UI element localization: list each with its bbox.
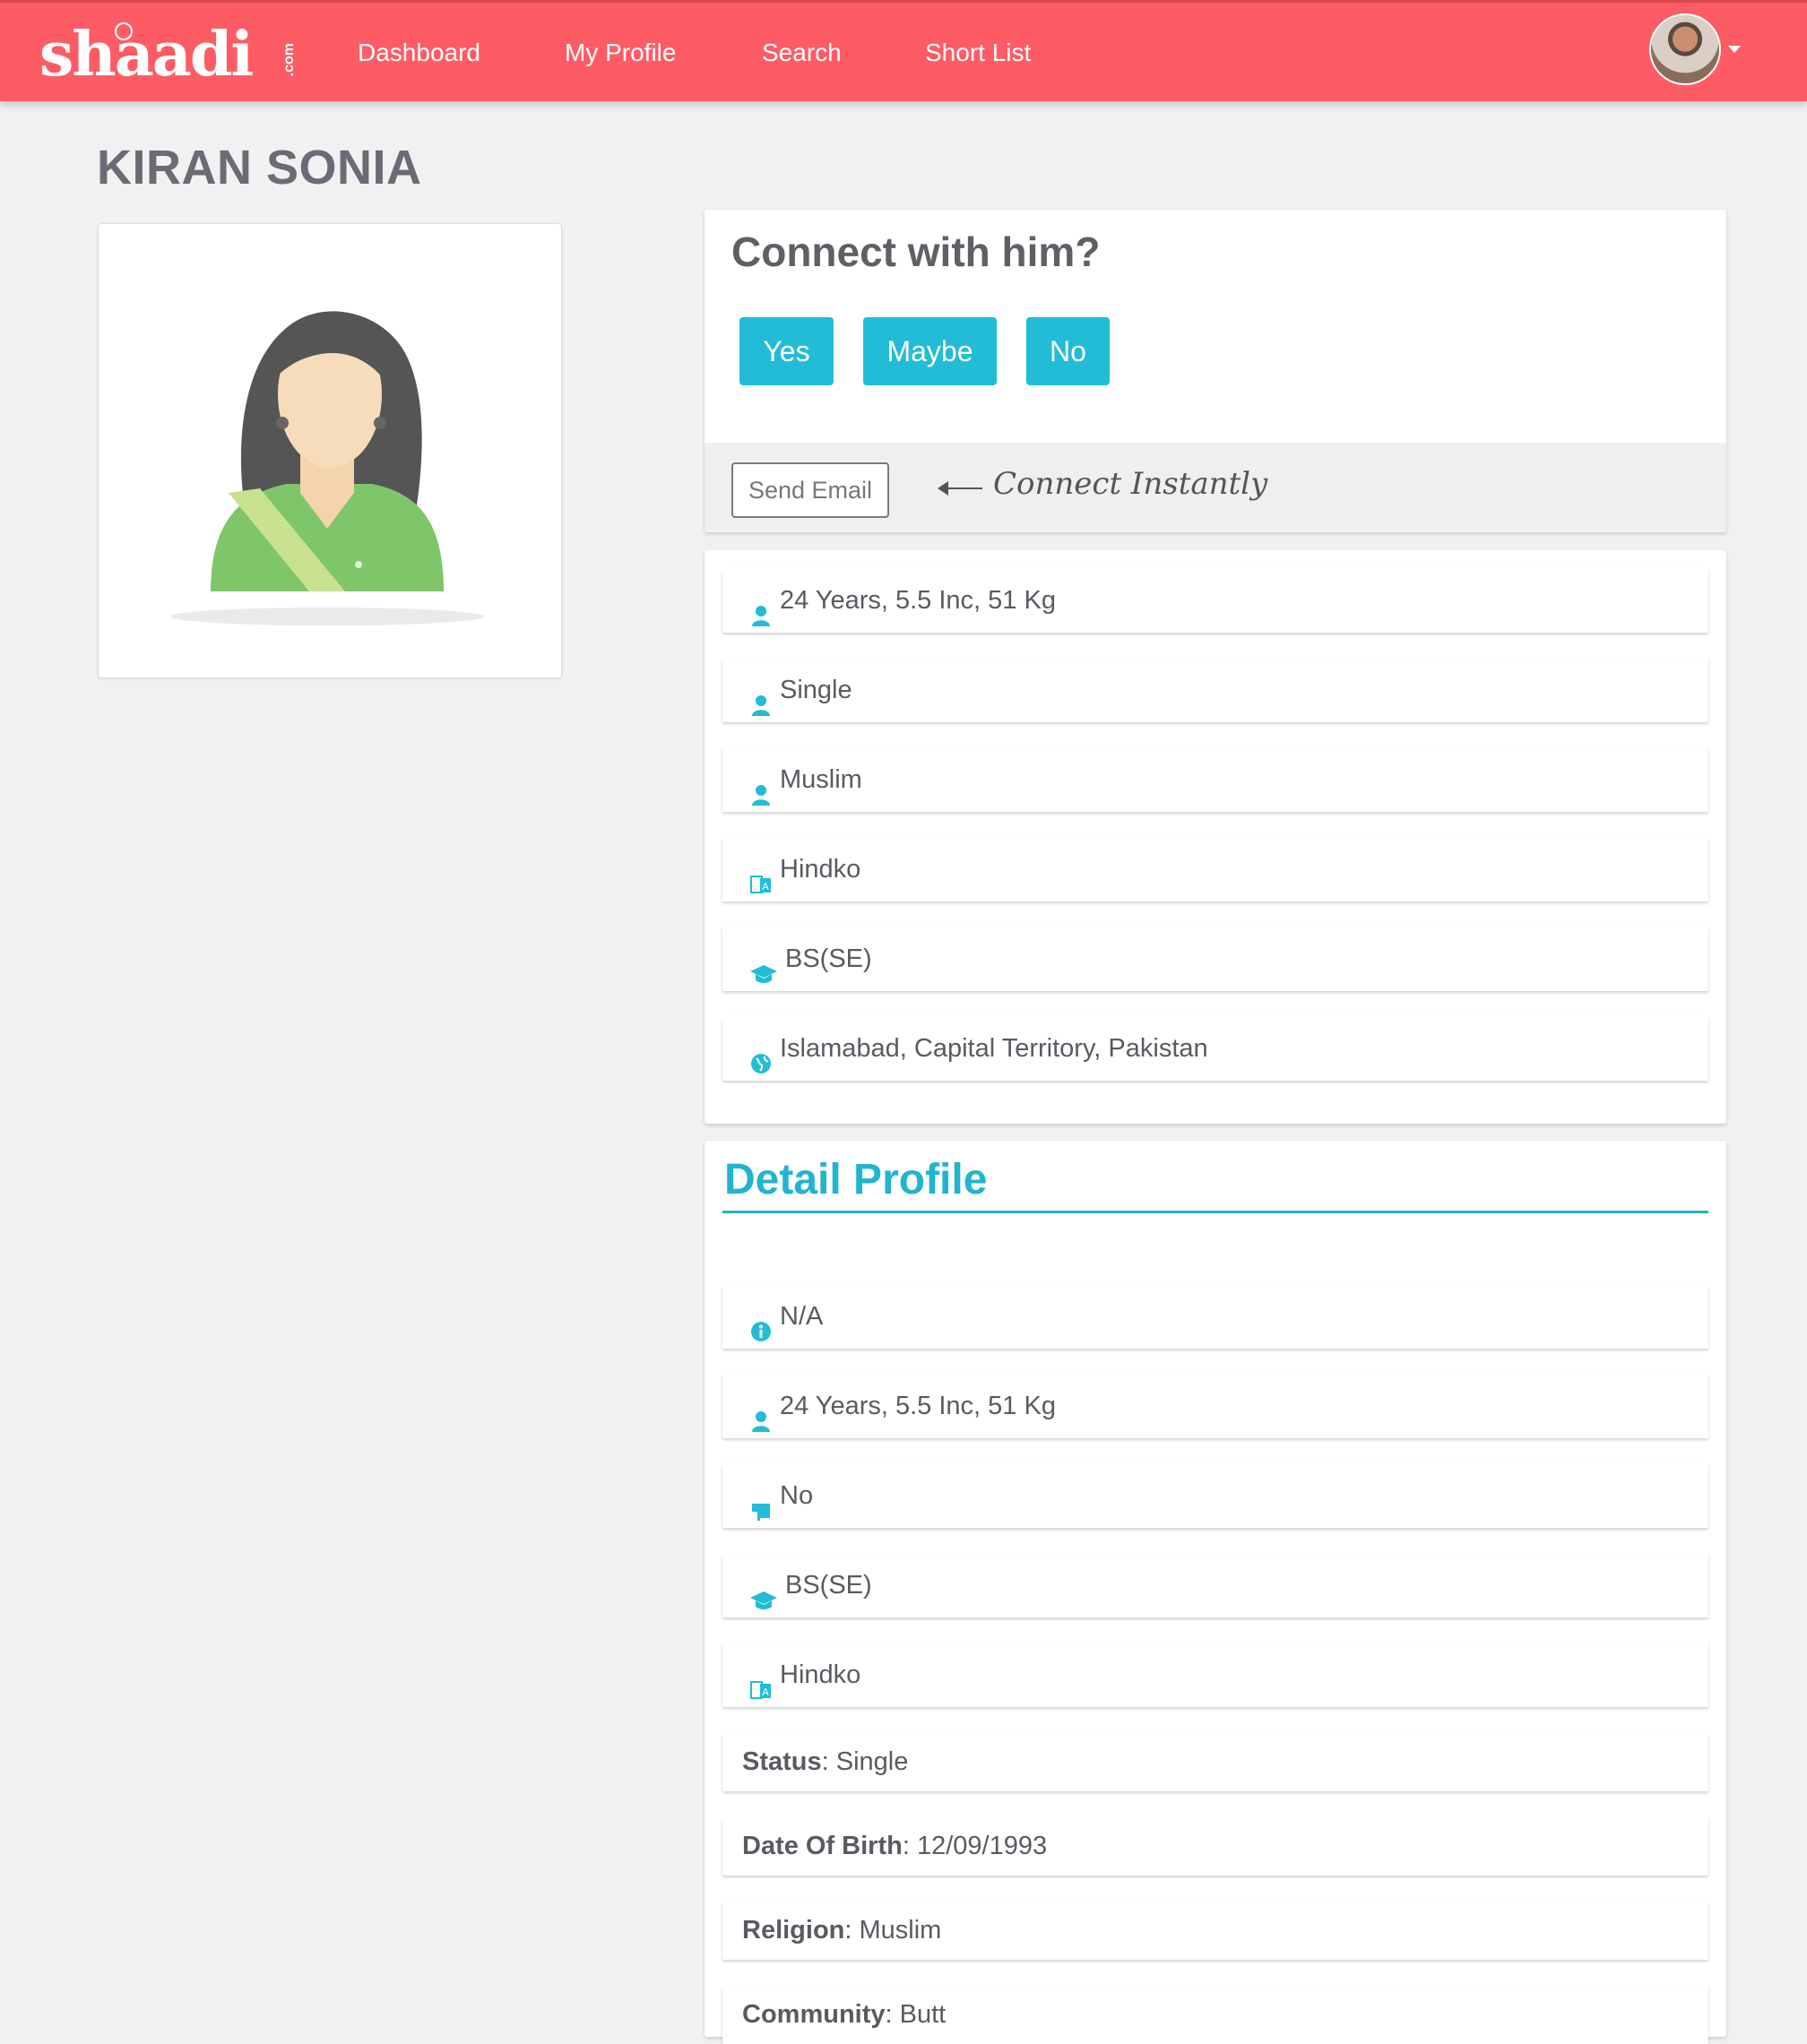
detail-row: No	[722, 1463, 1708, 1528]
language-icon: A	[749, 1661, 773, 1700]
user-icon	[749, 677, 773, 717]
detail-profile-title: Detail Profile	[724, 1156, 988, 1203]
avatar-caret-down-icon[interactable]	[1728, 46, 1741, 53]
detail-row: N/A	[722, 1284, 1708, 1349]
detail-field-label: Community	[742, 2000, 886, 2029]
detail-row-text: No	[780, 1481, 814, 1510]
detail-field-separator: :	[902, 1832, 917, 1860]
no-button[interactable]: No	[1026, 317, 1110, 385]
language-icon: A	[749, 856, 773, 894]
connect-title: Connect with him?	[731, 229, 1101, 275]
detail-field-value: Muslim	[859, 1916, 942, 1945]
svg-text:A: A	[762, 1686, 769, 1698]
detail-field-value: 12/09/1993	[916, 1832, 1048, 1860]
graduation-cap-icon	[749, 1572, 778, 1610]
detail-title-underline	[722, 1211, 1708, 1213]
summary-card: 24 Years, 5.5 Inc, 51 Kg Single Muslim A Hin…	[705, 550, 1726, 1124]
summary-row-text: BS(SE)	[785, 944, 872, 973]
summary-row-text: Muslim	[780, 765, 862, 794]
detail-field-value: Butt	[899, 2000, 947, 2029]
shaadi-logo[interactable]: shaadi .com	[39, 19, 325, 91]
connect-footer: Send Email Connect Instantly	[705, 443, 1726, 532]
detail-field-row: Religion: Muslim	[722, 1901, 1708, 1960]
summary-row: A Hindko	[722, 837, 1708, 901]
detail-field-separator: :	[844, 1916, 860, 1945]
maybe-button[interactable]: Maybe	[863, 317, 997, 385]
detail-field-label: Date Of Birth	[742, 1832, 903, 1860]
detail-field-row: Community: Butt	[722, 1985, 1708, 2044]
nav-my-profile[interactable]: My Profile	[565, 37, 676, 69]
summary-row-text: Hindko	[780, 855, 861, 884]
arrow-left-icon	[938, 481, 982, 496]
detail-row: A Hindko	[722, 1643, 1708, 1707]
user-icon	[749, 1393, 773, 1433]
detail-row-text: BS(SE)	[785, 1571, 872, 1600]
detail-row: BS(SE)	[722, 1553, 1708, 1617]
flag-icon	[749, 1482, 773, 1522]
profile-photo-card	[98, 223, 562, 678]
detail-row-text: Hindko	[780, 1660, 861, 1689]
logo-suffix: .com	[281, 42, 298, 77]
detail-field-label: Status	[742, 1747, 822, 1776]
connect-instantly-hint: Connect Instantly	[993, 466, 1268, 502]
logo-text: shaadi	[39, 19, 254, 91]
send-email-button[interactable]: Send Email	[731, 462, 889, 518]
nav-search[interactable]: Search	[762, 37, 842, 69]
yes-button[interactable]: Yes	[739, 317, 834, 385]
summary-row: Single	[722, 658, 1708, 722]
logo-heart-icon	[115, 22, 133, 40]
summary-row: BS(SE)	[722, 927, 1708, 991]
graduation-cap-icon	[749, 945, 778, 984]
detail-field-row: Date Of Birth: 12/09/1993	[722, 1816, 1708, 1876]
user-avatar[interactable]	[1649, 13, 1721, 85]
detail-field-value: Single	[835, 1747, 909, 1776]
connect-card: Connect with him? Yes Maybe No Send Emai…	[705, 210, 1726, 532]
summary-row: Muslim	[722, 747, 1708, 812]
detail-row-text: N/A	[780, 1302, 824, 1331]
detail-field-separator: :	[885, 2000, 900, 2029]
detail-field-row: Status: Single	[722, 1732, 1708, 1791]
summary-row-text: Single	[780, 676, 852, 704]
summary-row: Islamabad, Capital Territory, Pakistan	[722, 1016, 1708, 1081]
profile-name: KIRAN SONIA	[97, 141, 422, 194]
summary-row-text: 24 Years, 5.5 Inc, 51 Kg	[780, 586, 1056, 615]
globe-icon	[749, 1035, 773, 1074]
user-icon	[749, 587, 773, 627]
detail-profile-card: Detail Profile N/A 24 Years, 5.5 Inc, 51 …	[705, 1141, 1726, 2044]
summary-row: 24 Years, 5.5 Inc, 51 Kg	[722, 568, 1708, 633]
female-avatar-placeholder-icon	[170, 311, 484, 625]
info-icon	[749, 1303, 773, 1342]
svg-text:A: A	[762, 881, 769, 893]
summary-row-text: Islamabad, Capital Territory, Pakistan	[780, 1034, 1208, 1063]
detail-field-label: Religion	[742, 1916, 845, 1945]
nav-short-list[interactable]: Short List	[925, 37, 1031, 69]
detail-row: 24 Years, 5.5 Inc, 51 Kg	[722, 1374, 1708, 1438]
top-navbar: shaadi .com Dashboard My Profile Search S…	[0, 0, 1807, 101]
detail-field-separator: :	[821, 1747, 836, 1776]
user-icon	[749, 766, 773, 806]
nav-dashboard[interactable]: Dashboard	[358, 37, 480, 69]
detail-row-text: 24 Years, 5.5 Inc, 51 Kg	[780, 1392, 1056, 1420]
